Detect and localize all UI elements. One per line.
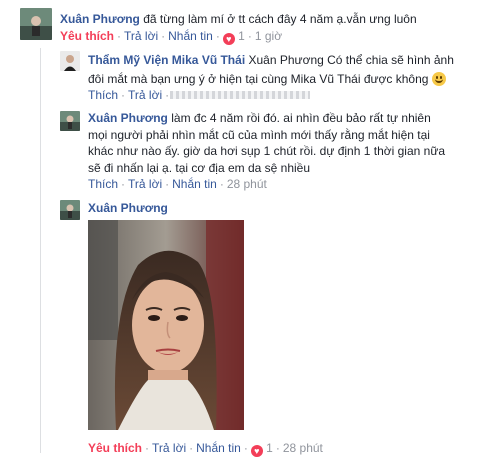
redacted-text (170, 91, 310, 99)
heart-reaction-icon[interactable]: ♥ (250, 445, 263, 457)
comment-time[interactable]: 28 phút (283, 441, 323, 455)
comment-actions: Thích · Trả lời · Nhắn tin · 28 phút (88, 177, 267, 191)
comment-text: Xuân Phương Có thể chia sẽ hình ảnh (248, 53, 454, 67)
comment-body: Thẩm Mỹ Viện Mika Vũ Thái Xuân Phương Có… (88, 51, 488, 89)
reaction-count[interactable]: 1 (238, 29, 245, 43)
avatar[interactable] (20, 8, 52, 40)
comment-text: khác như nào ấy. giờ da hơi sụp 1 chút r… (88, 144, 446, 158)
reply-button[interactable]: Trả lời (128, 88, 162, 102)
avatar[interactable] (60, 51, 80, 71)
message-button[interactable]: Nhắn tin (196, 441, 241, 455)
comment-photo[interactable] (88, 220, 244, 430)
smile-emoji-icon (431, 72, 446, 86)
comment-body: Xuân Phương (88, 200, 168, 216)
reaction-count[interactable]: 1 (266, 441, 273, 455)
comment-text: sẽ đi nhấn lại ạ. tại cơ địa em da sệ nh… (88, 160, 311, 175)
comment-time[interactable]: 28 phút (227, 177, 267, 191)
comment-text: mọi người phải nhìn mắt cũ của mình mới … (88, 127, 430, 142)
comment-author[interactable]: Thẩm Mỹ Viện Mika Vũ Thái (88, 53, 245, 67)
like-button[interactable]: Yêu thích (88, 441, 142, 455)
message-button[interactable]: Nhắn tin (172, 177, 217, 191)
like-button[interactable]: Thích (88, 88, 118, 102)
avatar[interactable] (60, 200, 80, 220)
heart-reaction-icon[interactable]: ♥ (222, 33, 235, 45)
comment-time[interactable]: 1 giờ (255, 29, 282, 43)
comment-body: Xuân Phương làm đc 4 năm rồi đó. ai nhìn… (88, 110, 488, 176)
like-button[interactable]: Yêu thích (60, 29, 114, 43)
comment-actions: Yêu thích · Trả lời · Nhắn tin · ♥ 1 · 28 phút (88, 441, 323, 457)
comment-actions: Thích · Trả lời · (88, 88, 170, 102)
comment-author[interactable]: Xuân Phương (88, 111, 168, 125)
reply-button[interactable]: Trả lời (128, 177, 162, 191)
comment-text: đôi mắt mà bạn ưng ý ở hiện tại cùng Mik… (88, 72, 429, 86)
comment-actions: Yêu thích · Trả lời · Nhắn tin · ♥ 1 · 1 giờ (60, 29, 283, 45)
reply-button[interactable]: Trả lời (152, 441, 186, 455)
avatar[interactable] (60, 111, 80, 131)
message-button[interactable]: Nhắn tin (168, 29, 213, 43)
comment-author[interactable]: Xuân Phương (88, 201, 168, 215)
comment-text: đã từng làm mí ở tt cách đây 4 năm ạ.vẫn… (143, 12, 417, 26)
like-button[interactable]: Thích (88, 177, 118, 191)
comment-author[interactable]: Xuân Phương (60, 12, 140, 26)
reply-button[interactable]: Trả lời (124, 29, 158, 43)
comment-text: làm đc 4 năm rồi đó. ai nhìn đều bảo rất… (171, 111, 431, 125)
comment-body: Xuân Phương đã từng làm mí ở tt cách đây… (60, 11, 490, 27)
thread-line (40, 48, 41, 453)
